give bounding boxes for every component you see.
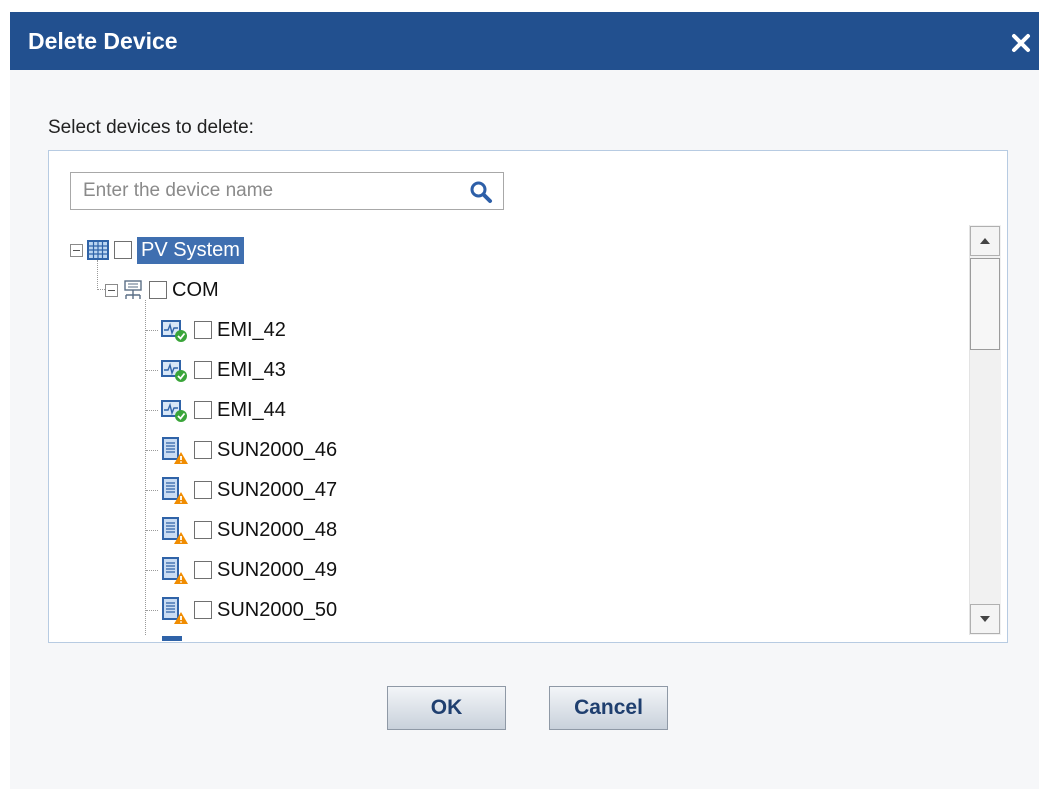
checkbox[interactable] [194, 601, 212, 619]
delete-prompt-label: Select devices to delete: [48, 117, 254, 138]
tree-node-device[interactable]: SUN2000_49 [160, 555, 337, 585]
checkbox[interactable] [194, 481, 212, 499]
delete-device-dialog: Delete Device Select devices to delete: … [0, 0, 1039, 789]
checkbox[interactable] [194, 401, 212, 419]
tree-connector [97, 289, 105, 290]
scroll-up-button[interactable] [970, 226, 1000, 256]
tree-node-com[interactable]: COM [105, 275, 219, 305]
inverter-warning-icon [162, 557, 188, 584]
tree-node-device[interactable]: SUN2000_47 [160, 475, 337, 505]
cancel-button[interactable]: Cancel [549, 686, 668, 730]
tree-node-label[interactable]: SUN2000_49 [217, 559, 337, 582]
emi-ok-icon [161, 320, 187, 342]
tree-node-device-partial [162, 636, 182, 641]
collapse-toggle-icon[interactable] [105, 283, 118, 297]
tree-node-device[interactable]: EMI_42 [160, 315, 286, 345]
logger-icon [124, 280, 142, 299]
tree-connector [146, 490, 158, 491]
tree-connector [146, 370, 158, 371]
tree-connector [146, 330, 158, 331]
tree-node-label[interactable]: SUN2000_50 [217, 599, 337, 622]
tree-connector [146, 570, 158, 571]
checkbox[interactable] [194, 561, 212, 579]
checkbox[interactable] [149, 281, 167, 299]
tree-connector [146, 610, 158, 611]
scrollbar-thumb[interactable] [970, 258, 1000, 350]
inverter-warning-icon [162, 517, 188, 544]
tree-node-label[interactable]: COM [172, 279, 219, 302]
checkbox[interactable] [194, 521, 212, 539]
tree-node-label[interactable]: EMI_42 [217, 319, 286, 342]
close-icon[interactable] [1009, 31, 1033, 55]
tree-connector [145, 300, 146, 635]
search-icon[interactable] [469, 180, 493, 204]
arrow-down-icon [980, 616, 990, 622]
tree-node-label[interactable]: SUN2000_48 [217, 519, 337, 542]
tree-node-pv-system[interactable]: PV System [70, 235, 244, 265]
dialog-title: Delete Device [28, 28, 178, 54]
emi-ok-icon [161, 360, 187, 382]
checkbox[interactable] [194, 321, 212, 339]
tree-node-device[interactable]: SUN2000_46 [160, 435, 337, 465]
tree-node-device[interactable]: SUN2000_50 [160, 595, 337, 625]
ok-button[interactable]: OK [387, 686, 506, 730]
tree-node-label[interactable]: SUN2000_47 [217, 479, 337, 502]
building-icon [87, 240, 109, 260]
emi-ok-icon [161, 400, 187, 422]
collapse-toggle-icon[interactable] [70, 243, 83, 257]
arrow-up-icon [980, 238, 990, 244]
inverter-warning-icon [162, 597, 188, 624]
tree-connector [146, 530, 158, 531]
device-search-box [70, 172, 504, 210]
tree-node-label[interactable]: EMI_43 [217, 359, 286, 382]
tree-node-label[interactable]: SUN2000_46 [217, 439, 337, 462]
scroll-down-button[interactable] [970, 604, 1000, 634]
inverter-warning-icon [162, 437, 188, 464]
device-search-input[interactable] [71, 173, 455, 209]
tree-connector [146, 410, 158, 411]
tree-node-label[interactable]: EMI_44 [217, 399, 286, 422]
inverter-warning-icon [162, 477, 188, 504]
tree-node-label[interactable]: PV System [137, 236, 244, 264]
checkbox[interactable] [194, 361, 212, 379]
tree-node-device[interactable]: EMI_44 [160, 395, 286, 425]
checkbox[interactable] [114, 241, 132, 259]
tree-node-device[interactable]: SUN2000_48 [160, 515, 337, 545]
tree-node-device[interactable]: EMI_43 [160, 355, 286, 385]
dialog-title-bar: Delete Device [10, 12, 1039, 70]
tree-connector [146, 450, 158, 451]
checkbox[interactable] [194, 441, 212, 459]
